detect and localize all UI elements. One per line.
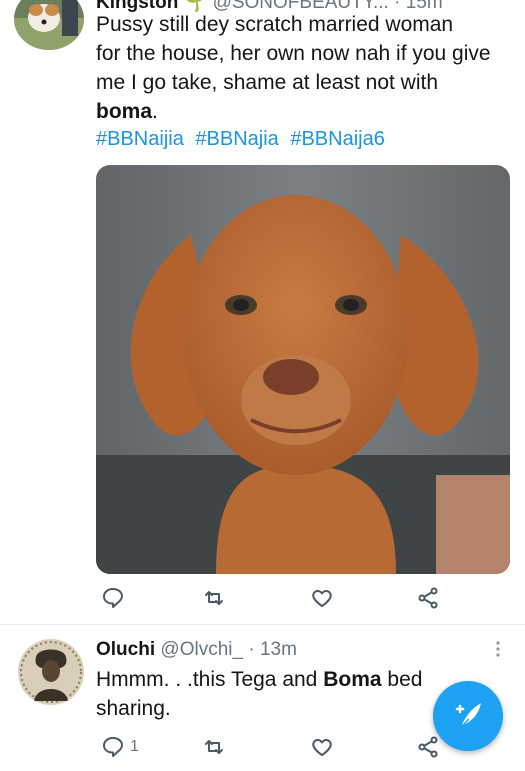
avatar-portrait-image	[18, 639, 84, 705]
retweet-icon	[205, 591, 223, 605]
tweet-text-line: me I go take, shame at least not with	[96, 71, 439, 94]
tweet-divider	[0, 624, 525, 625]
tweet-text: Hmmm. . .this Tega and Boma bed sharing.	[96, 665, 422, 723]
tweet-media-image[interactable]	[96, 165, 510, 574]
tweet-text-line: Pussy still dey scratch married woman	[96, 13, 454, 36]
reply-icon	[103, 737, 123, 757]
tweet-text-line: for the house, her own now nah if you gi…	[96, 42, 491, 65]
tweet-actions: 1	[96, 735, 476, 761]
tweet-text: Pussy still dey scratch married woman fo…	[96, 10, 491, 126]
hashtag-list: #BBNaijia #BBNajia #BBNaija6	[96, 128, 391, 151]
puppy-image	[96, 165, 510, 574]
text-segment: Hmmm. . .this Tega and	[96, 668, 324, 691]
retweet-button[interactable]	[202, 735, 228, 761]
author-handle[interactable]: @Olvchi_	[160, 639, 243, 660]
tweet-text-line: boma.	[96, 97, 491, 126]
reply-button[interactable]	[101, 735, 127, 761]
heart-icon	[312, 739, 332, 756]
tweet-time: · 13m	[248, 639, 297, 660]
compose-tweet-button[interactable]	[433, 681, 503, 751]
text-segment: bed	[381, 668, 423, 691]
tweet-text-line: sharing.	[96, 697, 171, 720]
bold-mention: boma	[96, 100, 153, 123]
tweet-actions	[96, 586, 476, 612]
share-button[interactable]	[416, 586, 442, 612]
retweet-icon	[205, 740, 223, 754]
heart-icon	[312, 590, 332, 607]
tweet-header: Oluchi @Olvchi_ · 13m	[96, 639, 297, 661]
hashtag-link[interactable]: #BBNajia	[195, 128, 278, 150]
hashtag-link[interactable]: #BBNaijia	[96, 128, 184, 150]
retweet-button[interactable]	[202, 586, 228, 612]
compose-tweet-icon	[455, 703, 481, 728]
tweet-text-line: Hmmm. . .this Tega and Boma bed	[96, 665, 422, 694]
punctuation: .	[152, 100, 158, 123]
bold-mention: Boma	[323, 668, 382, 691]
reply-icon	[103, 588, 123, 608]
like-button[interactable]	[310, 586, 336, 612]
author-name[interactable]: Oluchi	[96, 639, 155, 660]
reply-count: 1	[130, 738, 139, 755]
like-button[interactable]	[310, 735, 336, 761]
share-icon	[418, 587, 438, 609]
more-options-button[interactable]	[494, 640, 502, 658]
hashtag-link[interactable]: #BBNaija6	[290, 128, 385, 150]
reply-button[interactable]	[101, 586, 127, 612]
avatar-dog-image	[14, 0, 84, 50]
avatar-oluchi[interactable]	[18, 639, 84, 705]
more-options-icon	[496, 641, 500, 657]
avatar-kingston[interactable]	[14, 0, 84, 50]
